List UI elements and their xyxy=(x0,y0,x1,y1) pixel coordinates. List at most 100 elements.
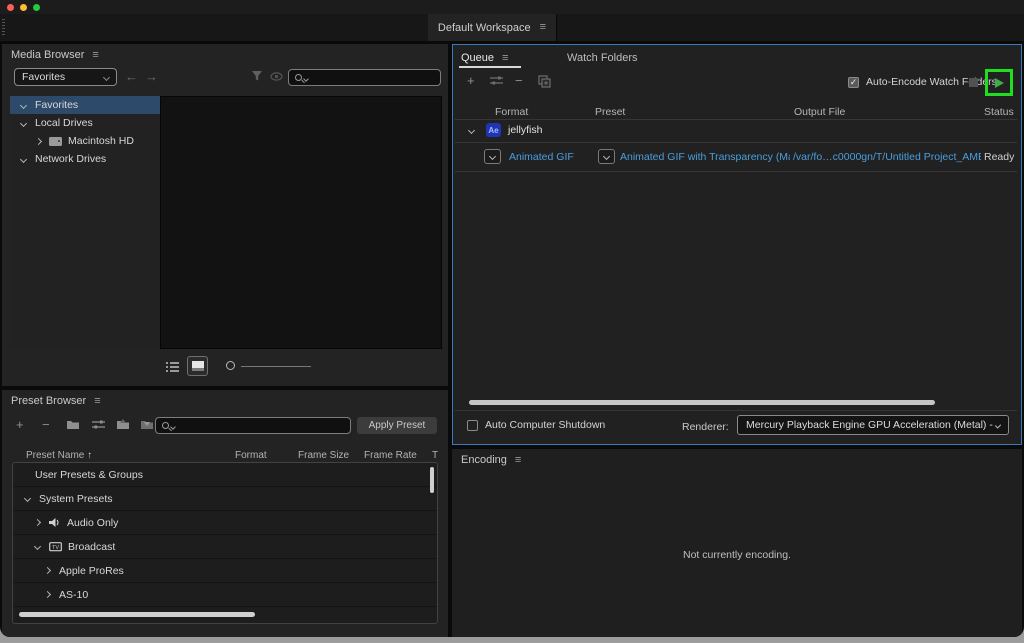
export-presets-icon[interactable] xyxy=(140,419,154,430)
tree-item-favorites[interactable]: Favorites xyxy=(10,96,160,114)
chevron-right-icon[interactable] xyxy=(43,590,52,599)
encoding-menu-icon[interactable]: ≡ xyxy=(515,454,521,466)
minimize-window-button[interactable] xyxy=(20,4,27,11)
preset-row-apple-prores[interactable]: Apple ProRes xyxy=(13,559,437,583)
preset-row-label: Apple ProRes xyxy=(59,564,124,577)
column-header-preset[interactable]: Preset xyxy=(595,106,625,118)
output-file-link[interactable]: /var/fo…c0000gn/T/Untitled Project_AME/j… xyxy=(793,151,981,163)
preset-row-audio-only[interactable]: Audio Only xyxy=(13,511,437,535)
add-source-icon[interactable]: + xyxy=(467,73,475,88)
auto-encode-checkbox[interactable]: ✓ xyxy=(848,76,859,88)
media-browser-tree: Favorites Local Drives Macintosh HD Netw… xyxy=(10,96,160,349)
workspace-menu-icon[interactable]: ≡ xyxy=(540,22,546,33)
create-preset-icon[interactable]: + xyxy=(16,417,24,432)
tree-item-local-drives[interactable]: Local Drives xyxy=(10,114,160,132)
media-browser-menu-icon[interactable]: ≡ xyxy=(92,49,98,61)
queue-source-row-jellyfish[interactable]: Ae jellyfish xyxy=(453,120,1021,142)
search-scope-chevron-icon xyxy=(170,423,176,430)
preset-row-user-presets[interactable]: User Presets & Groups xyxy=(13,463,437,487)
column-header-output-file[interactable]: Output File xyxy=(794,106,845,118)
column-header-target[interactable]: T xyxy=(432,450,438,461)
app-window: Default Workspace ≡ Media Browser ≡ Favo… xyxy=(0,0,1024,637)
encoding-status-message: Not currently encoding. xyxy=(683,549,791,561)
format-dropdown-button[interactable] xyxy=(484,149,501,164)
column-header-status[interactable]: Status xyxy=(984,106,1014,118)
auto-shutdown-label: Auto Computer Shutdown xyxy=(485,419,606,431)
chevron-down-icon[interactable] xyxy=(19,101,28,109)
horizontal-scrollbar[interactable] xyxy=(469,400,935,405)
renderer-select[interactable]: Mercury Playback Engine GPU Acceleration… xyxy=(737,415,1009,435)
renderer-label: Renderer: xyxy=(682,421,729,433)
start-queue-play-icon[interactable] xyxy=(994,77,1004,88)
tree-item-macintosh-hd[interactable]: Macintosh HD xyxy=(10,132,160,150)
preset-browser-menu-icon[interactable]: ≡ xyxy=(94,395,100,407)
auto-shutdown-checkbox[interactable] xyxy=(467,419,478,431)
apply-preset-label: Apply Preset xyxy=(368,420,426,431)
workspace-tabstrip: Default Workspace ≡ xyxy=(0,14,1024,41)
delete-preset-icon[interactable]: − xyxy=(42,417,50,432)
apply-preset-button[interactable]: Apply Preset xyxy=(357,417,437,434)
stop-queue-icon[interactable] xyxy=(969,78,978,87)
remove-item-icon[interactable]: − xyxy=(515,73,523,88)
preset-search-input[interactable] xyxy=(155,417,351,434)
vertical-scrollbar[interactable] xyxy=(430,467,434,493)
back-icon[interactable]: ← xyxy=(125,69,138,84)
tree-item-label: Macintosh HD xyxy=(68,135,134,147)
after-effects-icon: Ae xyxy=(486,123,501,137)
tv-icon: TV xyxy=(49,541,62,552)
column-header-format[interactable]: Format xyxy=(495,106,528,118)
chevron-right-icon[interactable] xyxy=(43,566,52,575)
column-header-frame-size[interactable]: Frame Size xyxy=(298,450,349,461)
column-header-frame-rate[interactable]: Frame Rate xyxy=(364,450,417,461)
media-source-select[interactable]: Favorites xyxy=(14,68,117,86)
annotation-highlight-box xyxy=(985,69,1013,96)
thumbnail-size-slider-handle[interactable] xyxy=(226,361,235,370)
preset-settings-icon[interactable] xyxy=(92,420,105,430)
zoom-window-button[interactable] xyxy=(33,4,40,11)
tree-item-network-drives[interactable]: Network Drives xyxy=(10,150,160,168)
chevron-down-icon[interactable] xyxy=(467,126,476,135)
tree-item-label: Local Drives xyxy=(35,117,93,129)
import-presets-icon[interactable] xyxy=(116,419,130,430)
media-search-input[interactable] xyxy=(288,69,441,86)
ingest-settings-icon[interactable] xyxy=(270,72,283,81)
tab-watch-folders[interactable]: Watch Folders xyxy=(567,52,638,64)
preset-row-broadcast[interactable]: TV Broadcast xyxy=(13,535,437,559)
preset-row-as10[interactable]: AS-10 xyxy=(13,583,437,607)
media-browser-content-area xyxy=(160,96,442,349)
chevron-down-icon[interactable] xyxy=(19,155,28,163)
preset-row-system-presets[interactable]: System Presets xyxy=(13,487,437,511)
close-window-button[interactable] xyxy=(7,4,14,11)
divider xyxy=(455,410,1017,411)
add-output-icon[interactable] xyxy=(490,76,503,86)
preset-dropdown-button[interactable] xyxy=(598,149,615,164)
thumbnail-size-slider-track[interactable] xyxy=(241,365,311,367)
workspace-tab-label: Default Workspace xyxy=(437,21,531,34)
list-view-icon[interactable] xyxy=(166,361,179,372)
column-header-preset-name[interactable]: Preset Name ↑ xyxy=(26,450,92,461)
output-status: Ready xyxy=(984,151,1015,163)
chevron-down-icon[interactable] xyxy=(23,494,32,503)
workspace-tab[interactable]: Default Workspace ≡ xyxy=(428,14,557,41)
queue-menu-icon[interactable]: ≡ xyxy=(502,52,508,64)
search-icon xyxy=(162,422,169,429)
chevron-down-icon[interactable] xyxy=(33,542,42,551)
output-format-link[interactable]: Animated GIF xyxy=(509,151,595,163)
preset-row-label: Audio Only xyxy=(67,516,119,529)
output-preset-link[interactable]: Animated GIF with Transparency (Match S… xyxy=(620,151,790,163)
filter-icon[interactable] xyxy=(251,70,263,82)
column-header-format[interactable]: Format xyxy=(235,450,267,461)
titlebar xyxy=(0,0,1024,14)
tab-queue[interactable]: Queue ≡ xyxy=(461,52,508,64)
forward-icon[interactable]: → xyxy=(145,69,158,84)
chevron-down-icon[interactable] xyxy=(19,119,28,127)
chevron-right-icon[interactable] xyxy=(34,137,43,145)
panel-drag-handle[interactable] xyxy=(2,19,5,35)
thumbnail-view-button[interactable] xyxy=(187,356,208,376)
horizontal-scrollbar[interactable] xyxy=(19,612,255,617)
queue-output-row[interactable]: Animated GIF Animated GIF with Transpare… xyxy=(453,142,1021,171)
duplicate-icon[interactable] xyxy=(538,75,551,91)
hard-drive-icon xyxy=(49,136,62,146)
chevron-right-icon[interactable] xyxy=(33,518,42,527)
new-preset-group-icon[interactable] xyxy=(66,419,80,430)
